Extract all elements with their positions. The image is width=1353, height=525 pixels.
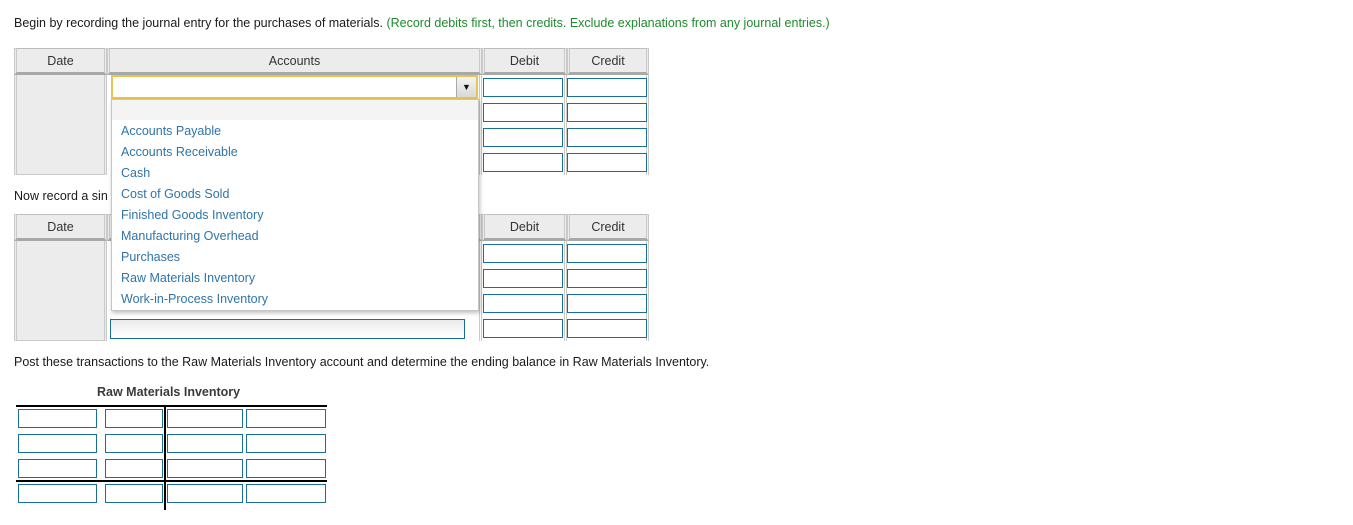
column-header-date: Date — [14, 48, 107, 75]
debit-cell[interactable] — [482, 241, 567, 266]
table-row — [14, 316, 649, 341]
dropdown-option-purchases[interactable]: Purchases — [112, 247, 478, 268]
credit-cell[interactable] — [567, 150, 649, 175]
credit-input[interactable] — [567, 103, 647, 122]
dropdown-option-blank[interactable] — [112, 100, 478, 121]
account-select[interactable]: ▼ — [111, 75, 478, 99]
dropdown-option-finished-goods-inventory[interactable]: Finished Goods Inventory — [112, 205, 478, 226]
column-header-date: Date — [14, 214, 107, 241]
t-account-credit-amount-input[interactable] — [246, 409, 326, 428]
dropdown-option-manufacturing-overhead[interactable]: Manufacturing Overhead — [112, 226, 478, 247]
t-account-balance-credit-ref-input[interactable] — [167, 484, 243, 503]
credit-input[interactable] — [567, 128, 647, 147]
credit-cell[interactable] — [567, 125, 649, 150]
t-account-vertical-divider — [164, 405, 166, 510]
t-account-credit-ref-input[interactable] — [167, 459, 243, 478]
column-header-debit: Debit — [482, 48, 567, 75]
t-account-top-rule — [16, 405, 327, 407]
chevron-down-icon[interactable]: ▼ — [456, 77, 476, 97]
credit-cell[interactable] — [567, 316, 649, 341]
t-account-debit-amount-input[interactable] — [105, 434, 163, 453]
credit-input[interactable] — [567, 269, 647, 288]
post-instruction: Post these transactions to the Raw Mater… — [14, 355, 710, 369]
dropdown-option-cost-of-goods-sold[interactable]: Cost of Goods Sold — [112, 184, 478, 205]
debit-cell[interactable] — [482, 291, 567, 316]
intro-prompt: Begin by recording the journal entry for… — [14, 15, 830, 31]
debit-input[interactable] — [483, 78, 563, 97]
intro-prompt-text: Begin by recording the journal entry for… — [14, 16, 383, 30]
debit-cell[interactable] — [482, 316, 567, 341]
debit-cell[interactable] — [482, 125, 567, 150]
t-account-credit-ref-input[interactable] — [167, 434, 243, 453]
debit-cell[interactable] — [482, 75, 567, 100]
debit-input[interactable] — [483, 269, 563, 288]
t-account-credit-amount-input[interactable] — [246, 459, 326, 478]
credit-input[interactable] — [567, 78, 647, 97]
credit-input[interactable] — [567, 294, 647, 313]
column-header-credit: Credit — [567, 214, 649, 241]
column-header-accounts: Accounts — [107, 48, 482, 75]
t-account-balance-credit-amount-input[interactable] — [246, 484, 326, 503]
account-select-dropdown[interactable]: Accounts Payable Accounts Receivable Cas… — [111, 99, 479, 311]
debit-input[interactable] — [483, 319, 563, 338]
t-account-balance-debit-amount-input[interactable] — [105, 484, 163, 503]
dropdown-option-work-in-process-inventory[interactable]: Work-in-Process Inventory — [112, 289, 478, 310]
t-account-debit-amount-input[interactable] — [105, 409, 163, 428]
column-header-debit: Debit — [482, 214, 567, 241]
t-account-credit-ref-input[interactable] — [167, 409, 243, 428]
table-header-row: Date Accounts Debit Credit — [14, 48, 649, 75]
date-cell[interactable] — [14, 241, 107, 341]
debit-input[interactable] — [483, 294, 563, 313]
debit-cell[interactable] — [482, 266, 567, 291]
accounts-cell[interactable] — [107, 316, 482, 341]
t-account-title: Raw Materials Inventory — [97, 385, 241, 399]
dropdown-option-accounts-payable[interactable]: Accounts Payable — [112, 121, 478, 142]
intro-prompt-hint: (Record debits first, then credits. Excl… — [386, 16, 830, 30]
credit-cell[interactable] — [567, 266, 649, 291]
debit-input[interactable] — [483, 103, 563, 122]
t-account-debit-ref-input[interactable] — [18, 459, 97, 478]
credit-cell[interactable] — [567, 291, 649, 316]
dropdown-option-accounts-receivable[interactable]: Accounts Receivable — [112, 142, 478, 163]
credit-cell[interactable] — [567, 75, 649, 100]
debit-cell[interactable] — [482, 100, 567, 125]
debit-input[interactable] — [483, 153, 563, 172]
t-account-credit-amount-input[interactable] — [246, 434, 326, 453]
credit-cell[interactable] — [567, 241, 649, 266]
credit-input[interactable] — [567, 244, 647, 263]
t-account-balance-rule — [16, 480, 327, 482]
credit-input[interactable] — [567, 153, 647, 172]
second-entry-prompt: Now record a sin — [14, 189, 108, 203]
dropdown-option-cash[interactable]: Cash — [112, 163, 478, 184]
credit-cell[interactable] — [567, 100, 649, 125]
t-account-balance-debit-ref-input[interactable] — [18, 484, 97, 503]
dropdown-option-raw-materials-inventory[interactable]: Raw Materials Inventory — [112, 268, 478, 289]
t-account-debit-ref-input[interactable] — [18, 409, 97, 428]
credit-input[interactable] — [567, 319, 647, 338]
debit-cell[interactable] — [482, 150, 567, 175]
account-select-value[interactable] — [113, 77, 456, 97]
t-account-raw-materials-inventory: Raw Materials Inventory — [0, 380, 360, 510]
account-input[interactable] — [110, 319, 465, 339]
t-account-debit-ref-input[interactable] — [18, 434, 97, 453]
t-account-debit-amount-input[interactable] — [105, 459, 163, 478]
debit-input[interactable] — [483, 244, 563, 263]
debit-input[interactable] — [483, 128, 563, 147]
date-cell[interactable] — [14, 75, 107, 175]
column-header-credit: Credit — [567, 48, 649, 75]
